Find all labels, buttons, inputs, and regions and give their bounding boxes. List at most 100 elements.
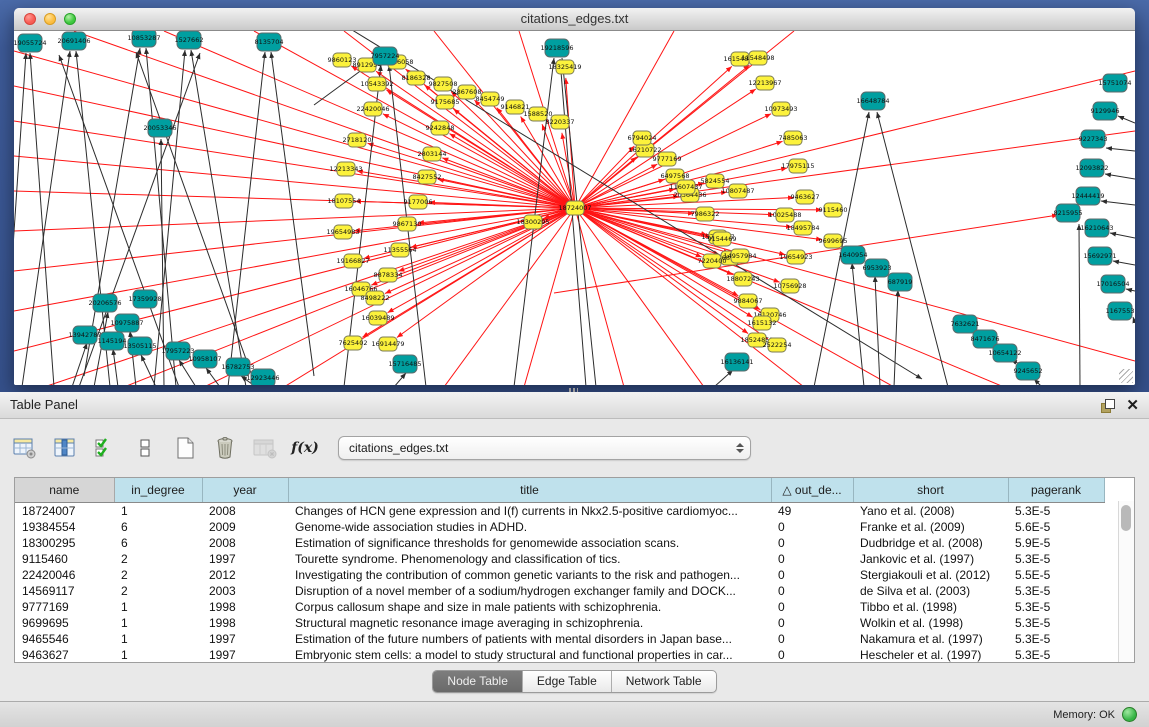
graph-node[interactable]: 10807487 [721, 184, 754, 198]
close-panel-icon[interactable]: ✕ [1126, 398, 1139, 413]
trash-icon[interactable] [208, 432, 242, 464]
graph-node[interactable]: 16136141 [720, 353, 753, 371]
column-header-pagerank[interactable]: pagerank [1008, 478, 1104, 503]
graph-node[interactable]: 12213967 [748, 76, 781, 90]
graph-node[interactable]: 9463627 [791, 190, 820, 204]
graph-node[interactable]: 1527662 [175, 31, 204, 49]
graph-node[interactable]: 17975115 [781, 159, 814, 173]
graph-node[interactable]: 12093822 [1075, 159, 1108, 177]
graph-node[interactable]: 19654983 [326, 225, 359, 239]
graph-node[interactable]: 8215955 [1054, 204, 1083, 222]
network-graph[interactable]: 9860123891295418226058982750881863281054… [14, 31, 1135, 385]
graph-node[interactable]: 9867130 [393, 217, 422, 231]
graph-node[interactable]: 687919 [888, 273, 913, 291]
function-icon[interactable]: f(x) [288, 432, 322, 464]
graph-node[interactable]: 17359928 [128, 290, 161, 308]
column-header-title[interactable]: title [288, 478, 771, 503]
table-row[interactable]: 969969511998Structural magnetic resonanc… [15, 615, 1104, 631]
column-header-in_degree[interactable]: in_degree [114, 478, 202, 503]
graph-node[interactable]: 6794024 [628, 131, 657, 145]
graph-node[interactable]: 10973493 [764, 102, 797, 116]
graph-node[interactable]: 12444419 [1071, 187, 1104, 205]
network-canvas[interactable]: 9860123891295418226058982750881863281054… [14, 31, 1135, 385]
graph-node[interactable]: 16039489 [361, 311, 394, 325]
graph-node[interactable]: 9129946 [1091, 102, 1120, 120]
graph-node[interactable]: 19166827 [336, 254, 369, 268]
graph-node[interactable]: 16210643 [1080, 219, 1113, 237]
tab-node-table[interactable]: Node Table [433, 671, 523, 692]
graph-node[interactable]: 16914479 [371, 337, 404, 351]
graph-node[interactable]: 6953923 [863, 259, 892, 277]
memory-status-indicator[interactable] [1122, 707, 1137, 722]
column-header-short[interactable]: short [853, 478, 1008, 503]
graph-node[interactable]: 12923446 [246, 369, 279, 385]
graph-node[interactable]: 8135704 [255, 33, 284, 51]
graph-node[interactable]: 8427552 [413, 170, 442, 184]
column-header-name[interactable]: name [15, 478, 114, 503]
graph-node[interactable]: 2803144 [418, 147, 447, 161]
graph-node[interactable]: 9242848 [426, 121, 455, 135]
new-document-icon[interactable] [168, 432, 202, 464]
graph-node[interactable]: 15751074 [1098, 74, 1131, 92]
table-gear-icon[interactable] [8, 432, 42, 464]
column-header-year[interactable]: year [202, 478, 288, 503]
graph-node[interactable]: 1640954 [839, 246, 868, 264]
table-row[interactable]: 911546021997Tourette syndrome. Phenomeno… [15, 551, 1104, 567]
graph-node[interactable]: 9227343 [1079, 130, 1108, 148]
graph-node[interactable]: 13505115 [123, 337, 156, 355]
table-row[interactable]: 977716911998Corpus callosum shape and si… [15, 599, 1104, 615]
graph-node[interactable]: 10853287 [127, 31, 160, 47]
table-row[interactable]: 1456911722003Disruption of a novel membe… [15, 583, 1104, 599]
tab-network-table[interactable]: Network Table [612, 671, 716, 692]
table-row[interactable]: 946554611997Estimation of the future num… [15, 631, 1104, 647]
graph-node[interactable]: 20691406 [57, 32, 90, 50]
float-panel-icon[interactable] [1101, 399, 1114, 412]
table-row[interactable]: 2242004622012Investigating the contribut… [15, 567, 1104, 583]
network-window-titlebar[interactable]: citations_edges.txt [14, 8, 1135, 31]
table-scrollbar[interactable] [1118, 501, 1134, 662]
graph-node[interactable]: 18107554 [327, 194, 360, 208]
table-row[interactable]: 1938455462009Genome-wide association stu… [15, 519, 1104, 535]
graph-node[interactable]: 1167553 [1106, 302, 1135, 320]
graph-node[interactable]: 15716485 [388, 355, 421, 373]
graph-node[interactable]: 7957224 [371, 47, 400, 65]
graph-node[interactable]: 20206576 [88, 294, 121, 312]
table-selector-dropdown[interactable]: citations_edges.txt [338, 436, 751, 460]
graph-node[interactable]: 7485063 [779, 131, 808, 145]
graph-node[interactable]: 1145194 [98, 332, 127, 350]
graph-node[interactable]: 10958107 [188, 350, 221, 368]
graph-node[interactable]: 8186328 [402, 71, 431, 85]
table-row[interactable]: 1830029562008Estimation of significance … [15, 535, 1104, 551]
table-scrollbar-thumb[interactable] [1121, 505, 1131, 531]
graph-node[interactable]: 2718120 [343, 133, 372, 147]
graph-node[interactable]: 10654122 [988, 344, 1021, 362]
graph-node[interactable]: 22420046 [356, 102, 389, 116]
graph-node[interactable]: 10543392 [360, 77, 393, 91]
checklist-icon[interactable] [88, 432, 122, 464]
graph-node[interactable]: 16648784 [856, 92, 889, 110]
graph-node[interactable]: 9245652 [1014, 362, 1043, 380]
tab-edge-table[interactable]: Edge Table [523, 671, 612, 692]
graph-node[interactable]: 11355564 [383, 243, 416, 257]
graph-node[interactable]: 9177006 [404, 195, 433, 209]
table-row[interactable]: 946362711997Embryonic stem cells: a mode… [15, 647, 1104, 663]
graph-node[interactable]: 10975887 [110, 314, 143, 332]
graph-edge [394, 373, 406, 385]
graph-node[interactable]: 9175685 [431, 95, 460, 109]
graph-node[interactable]: 15692971 [1083, 247, 1116, 265]
graph-node[interactable]: 19654923 [779, 250, 812, 264]
graph-node[interactable]: 8878334 [374, 268, 403, 282]
rows-icon[interactable] [128, 432, 162, 464]
window-resize-grip[interactable] [1119, 369, 1133, 383]
graph-node[interactable]: 9115460 [819, 203, 848, 217]
column-header-out_de[interactable]: △ out_de... [771, 478, 853, 503]
graph-node[interactable]: 9699695 [819, 234, 848, 248]
table-selector-value: citations_edges.txt [349, 441, 736, 455]
graph-node[interactable]: 17016504 [1096, 275, 1129, 293]
table-row[interactable]: 1872400712008Changes of HCN gene express… [15, 503, 1104, 520]
table-column-icon[interactable] [48, 432, 82, 464]
graph-node[interactable]: 19218596 [540, 39, 573, 57]
graph-node[interactable]: 18495784 [786, 221, 819, 235]
graph-node[interactable]: 20053346 [143, 119, 176, 137]
graph-node[interactable]: 19055724 [14, 34, 47, 52]
